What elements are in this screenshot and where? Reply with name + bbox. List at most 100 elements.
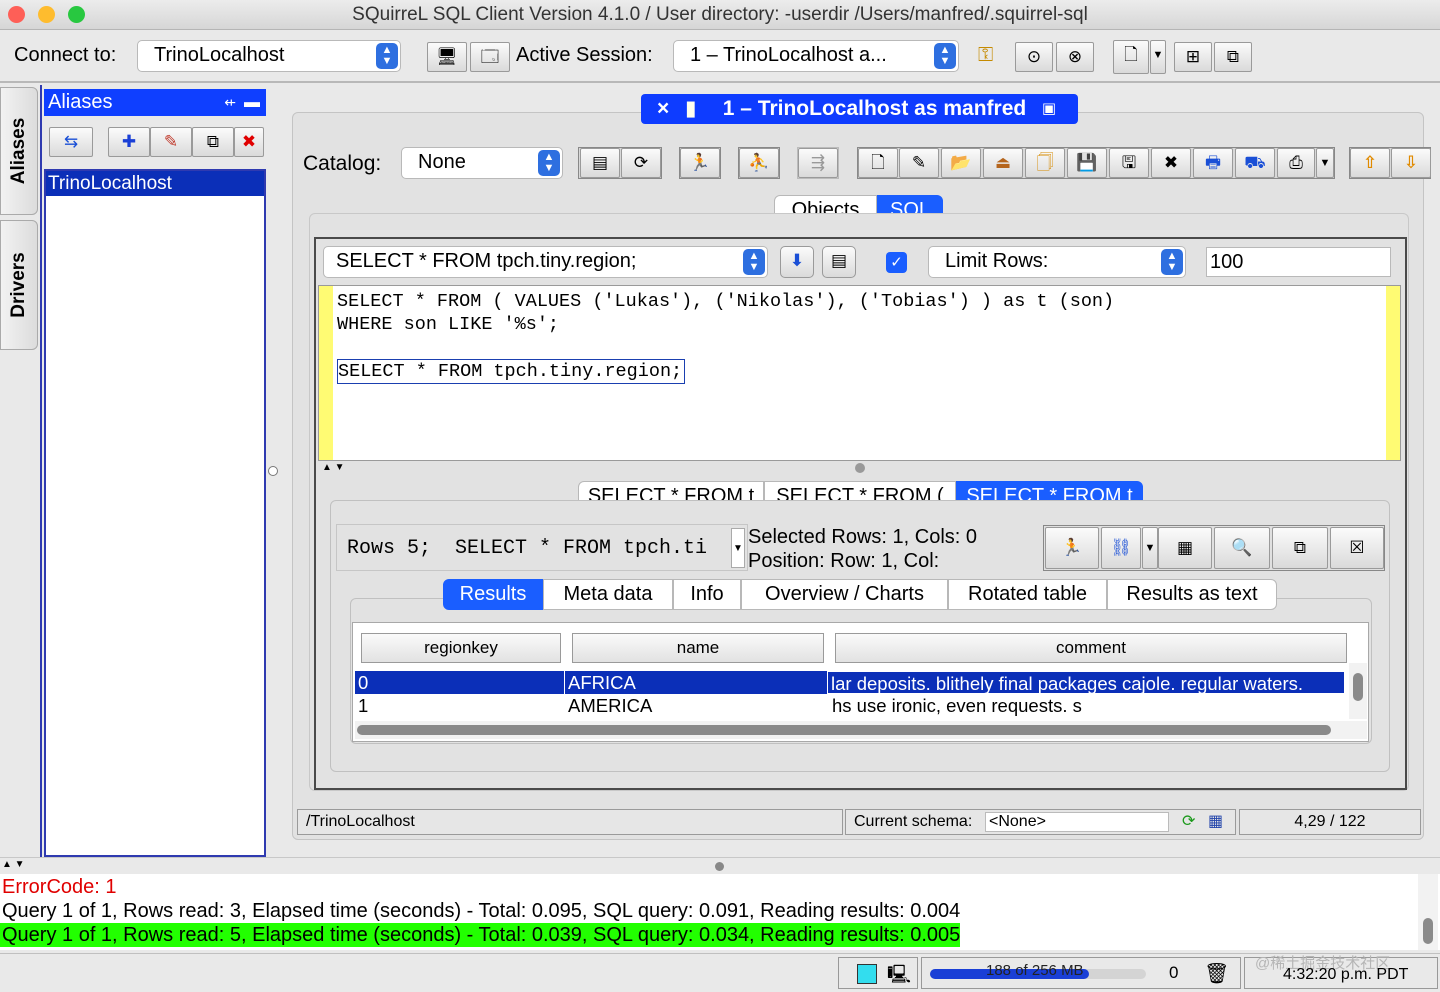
- limit-rows-checkbox[interactable]: ✓: [886, 252, 907, 273]
- column-header[interactable]: comment: [835, 633, 1347, 663]
- dropdown-arrow-icon[interactable]: ▼: [1316, 148, 1334, 178]
- table-cell[interactable]: AFRICA: [565, 671, 827, 694]
- tree-icon[interactable]: ⊞: [1174, 42, 1212, 72]
- limit-rows-select[interactable]: Limit Rows: ▲ ▼: [928, 246, 1186, 278]
- edit-file-icon[interactable]: ✎: [899, 148, 939, 178]
- schema-value[interactable]: <None>: [985, 812, 1169, 832]
- sql-editor[interactable]: SELECT * FROM ( VALUES ('Lukas'), ('Niko…: [318, 285, 1401, 461]
- scrollbar-thumb[interactable]: [1423, 918, 1433, 944]
- new-file-icon[interactable]: 🗋: [858, 148, 898, 178]
- arrow-down-icon[interactable]: ⬇: [780, 246, 814, 278]
- table-cell[interactable]: 0: [355, 671, 565, 694]
- close-result-icon[interactable]: ☒: [1330, 527, 1384, 569]
- horizontal-scrollbar[interactable]: [355, 721, 1367, 739]
- scrollbar-thumb[interactable]: [1353, 673, 1363, 701]
- list-item[interactable]: TrinoLocalhost: [46, 171, 264, 196]
- minimize-icon[interactable]: ▬: [244, 89, 260, 116]
- session-window-button[interactable]: 🗔: [470, 42, 510, 72]
- tab-rotated-table[interactable]: Rotated table: [948, 579, 1107, 610]
- catalog-select[interactable]: None ▲ ▼: [401, 147, 563, 179]
- find-columns-icon[interactable]: ⛓: [1101, 527, 1141, 569]
- delete-alias-button[interactable]: ✖: [234, 127, 264, 157]
- window-icon[interactable]: ▣: [1042, 94, 1056, 124]
- rerun-icon[interactable]: 🏃: [1045, 527, 1099, 569]
- stop-icon[interactable]: ⊗: [1056, 42, 1094, 72]
- open-folder-icon[interactable]: 📂: [941, 148, 981, 178]
- save-as-icon[interactable]: 🖫: [1109, 148, 1149, 178]
- connect-to-select[interactable]: TrinoLocalhost ▲ ▼: [137, 40, 401, 72]
- dropdown-arrow-icon[interactable]: ▼: [1142, 527, 1158, 569]
- arrow-up-icon[interactable]: ⇧: [1350, 148, 1390, 178]
- execute-all-icon[interactable]: ⛹: [739, 148, 779, 178]
- magnifier-icon[interactable]: 🔍: [1214, 527, 1270, 569]
- connect-alias-button[interactable]: ⇆: [49, 127, 93, 157]
- append-file-icon[interactable]: 🗍: [1025, 148, 1065, 178]
- collapse-arrows-icon[interactable]: ▲ ▼: [2, 859, 25, 870]
- table-cell[interactable]: lar deposits. blithely final packages ca…: [827, 671, 1345, 694]
- vertical-scrollbar[interactable]: [1349, 663, 1367, 719]
- garbage-collect-icon[interactable]: 🗑: [1204, 961, 1229, 986]
- close-icon[interactable]: ×: [657, 94, 669, 124]
- export-icon[interactable]: ⎙: [1277, 148, 1315, 178]
- connect-to-label: Connect to:: [14, 44, 117, 66]
- result-summary: Rows 5; SELECT * FROM tpch.ti: [336, 524, 748, 571]
- table-cell[interactable]: hs use ironic, even requests. s: [829, 694, 1345, 717]
- log-window-icon[interactable]: [857, 964, 877, 984]
- print-icon[interactable]: 🖶: [1193, 148, 1233, 178]
- tab-aliases[interactable]: Aliases: [0, 87, 38, 215]
- print-preview-icon[interactable]: ⛟: [1235, 148, 1275, 178]
- tab-results[interactable]: Results: [443, 579, 543, 610]
- limit-rows-input[interactable]: 100: [1206, 247, 1391, 277]
- close-window-button[interactable]: [8, 6, 25, 23]
- tab-drivers[interactable]: Drivers: [0, 220, 38, 350]
- limit-rows-label: Limit Rows:: [945, 250, 1049, 272]
- pin-icon[interactable]: ⇷: [224, 89, 236, 116]
- edit-alias-button[interactable]: ✎: [150, 127, 192, 157]
- new-session-button[interactable]: 🖥: [427, 42, 467, 72]
- execute-sql-icon[interactable]: 🏃: [680, 148, 720, 178]
- tab-info[interactable]: Info: [673, 579, 741, 610]
- message-log: ErrorCode: 1 Query 1 of 1, Rows read: 3,…: [0, 874, 1440, 950]
- history-list-icon[interactable]: ▤: [822, 246, 856, 278]
- table-cell[interactable]: AMERICA: [565, 694, 827, 717]
- dropdown-arrow-icon[interactable]: ▼: [1150, 40, 1166, 74]
- split-handle-icon[interactable]: [855, 463, 865, 473]
- detach-icon[interactable]: ⧉: [1272, 527, 1328, 569]
- close-file-icon[interactable]: ✖: [1151, 148, 1191, 178]
- split-divider[interactable]: ▲ ▼: [0, 857, 1440, 873]
- split-handle-icon[interactable]: [715, 862, 724, 871]
- column-header[interactable]: name: [572, 633, 824, 663]
- new-window-icon[interactable]: 🗋: [1113, 40, 1149, 74]
- refresh-icon[interactable]: ⟳: [621, 148, 661, 178]
- split-handle-icon[interactable]: [268, 466, 278, 476]
- add-alias-button[interactable]: ✚: [108, 127, 150, 157]
- table-cell[interactable]: 1: [355, 694, 565, 717]
- refresh-icon[interactable]: ⟳: [1182, 810, 1195, 834]
- active-session-select[interactable]: 1 – TrinoLocalhost a... ▲ ▼: [673, 40, 959, 72]
- log-scrollbar[interactable]: [1418, 874, 1438, 950]
- tab-meta-data[interactable]: Meta data: [543, 579, 673, 610]
- dropdown-arrow-icon[interactable]: ▼: [731, 528, 745, 568]
- commit-icon[interactable]: ⇶: [798, 148, 838, 178]
- scrollbar-thumb[interactable]: [357, 725, 1331, 735]
- zoom-window-button[interactable]: [68, 6, 85, 23]
- tab-results-as-text[interactable]: Results as text: [1107, 579, 1277, 610]
- table-icon[interactable]: ▦: [1208, 810, 1223, 834]
- monitor-icon[interactable]: 🖳: [887, 962, 911, 992]
- arrow-down-icon[interactable]: ⇩: [1391, 148, 1431, 178]
- tab-overview-charts[interactable]: Overview / Charts: [741, 579, 948, 610]
- copy-alias-button[interactable]: ⧉: [192, 127, 234, 157]
- table-search-icon[interactable]: ▦: [1158, 527, 1212, 569]
- session-tab[interactable]: × ▮ 1 – TrinoLocalhost as manfred ▣: [641, 94, 1078, 124]
- collapse-arrows-icon[interactable]: ▲ ▼: [322, 462, 345, 473]
- sql-history-select[interactable]: SELECT * FROM tpch.tiny.region; ▲ ▼: [323, 246, 768, 278]
- run-icon[interactable]: ⊙: [1015, 42, 1053, 72]
- copy-window-icon[interactable]: ⧉: [1214, 42, 1252, 72]
- session-properties-icon[interactable]: ▤: [580, 148, 620, 178]
- save-icon[interactable]: 💾: [1067, 148, 1107, 178]
- key-icon[interactable]: ⚿: [978, 44, 993, 67]
- column-header[interactable]: regionkey: [361, 633, 561, 663]
- minimize-window-button[interactable]: [38, 6, 55, 23]
- catalog-toolbar-group: ▤ ⟳: [578, 147, 662, 179]
- open-recent-icon[interactable]: ⏏: [983, 148, 1023, 178]
